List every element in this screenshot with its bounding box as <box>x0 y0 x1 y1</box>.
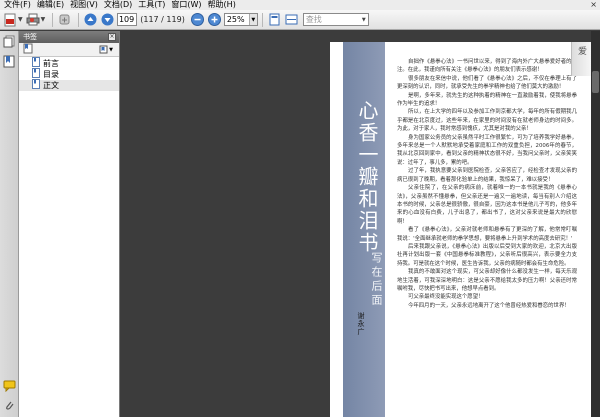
toolbar: ▼ ▼ 109 (117 / 119) 25% ▼ 查找 ▼ <box>0 10 600 30</box>
save-dropdown-icon[interactable]: ▼ <box>18 16 23 23</box>
bookmarks-panel-title: 书签 <box>23 33 37 41</box>
vertical-scrollbar[interactable] <box>591 31 600 417</box>
scrollbar-thumb[interactable] <box>592 71 599 93</box>
toolbar-separator <box>261 12 263 27</box>
page-count-label: (117 / 119) <box>140 15 185 24</box>
bookmarks-toolbar: ▼ <box>19 43 119 57</box>
bookmark-label: 正文 <box>43 81 59 90</box>
chevron-down-icon[interactable]: ▼ <box>248 14 257 25</box>
bookmark-icon <box>32 79 40 92</box>
bookmarks-icon[interactable] <box>3 55 16 68</box>
paragraph: 父亲住院了，在父亲的病床前，就着唯一的一本书就是我的《悬拳心法》，父亲虽然不懂悬… <box>397 185 577 225</box>
pages-icon[interactable] <box>3 35 16 48</box>
paragraph: 今年四月的一天，父亲永远地离开了这个他曾经热爱和眷恋的世界！ <box>408 302 570 309</box>
zoom-select[interactable]: 25% ▼ <box>223 13 258 26</box>
paragraph: 是啊，多年来，就先生的这种执着的精神在一直激励着我，使我将悬拳作为毕生的追求！ <box>397 92 577 108</box>
zoom-out-icon[interactable] <box>190 12 205 27</box>
comments-icon[interactable] <box>3 379 16 393</box>
prev-page-icon[interactable] <box>83 12 98 27</box>
pdf-save-icon[interactable] <box>3 12 18 27</box>
menu-tools[interactable]: 工具(T) <box>135 0 168 10</box>
menu-document[interactable]: 文档(D) <box>101 0 135 10</box>
hand-tool-icon[interactable] <box>57 12 72 27</box>
print-dropdown-icon[interactable]: ▼ <box>41 16 46 23</box>
chevron-down-icon[interactable]: ▼ <box>360 14 368 25</box>
zoom-value[interactable]: 25% <box>225 15 249 24</box>
bookmarks-panel: 书签 × ▼ 前言 目录 正文 <box>19 31 120 417</box>
paragraph: 自拙作《悬拳心法》一书问世以来，得到了海内外广大悬拳爱好者的关注。在此，我谨向所… <box>397 59 577 74</box>
bookmark-label: 目录 <box>43 70 59 79</box>
bookmark-list: 前言 目录 正文 <box>19 57 119 91</box>
bookmark-label: 前言 <box>43 59 59 68</box>
close-document-button[interactable]: × <box>590 0 597 10</box>
next-page-edge: 爱 <box>571 42 591 76</box>
bookmark-options-button[interactable]: ▼ <box>99 45 113 54</box>
fit-page-icon[interactable] <box>267 12 282 27</box>
paragraph: 看了《悬拳心法》，父亲对就老师和悬拳有了更深的了解，他常常叮嘱我说：'全面继承就… <box>397 227 577 242</box>
document-page: 心香一瓣和泪书 写在后面 谢永广 自拙作《悬拳心法》一书问世以来，得到了海内外广… <box>330 42 591 417</box>
menu-help[interactable]: 帮助(H) <box>205 0 239 10</box>
menu-bar: 文件(F) 编辑(E) 视图(V) 文档(D) 工具(T) 窗口(W) 帮助(H… <box>0 0 600 10</box>
next-page-glyph: 爱 <box>576 46 586 55</box>
chevron-down-icon[interactable]: ▼ <box>109 47 113 53</box>
navigation-rail <box>0 31 19 417</box>
menu-window[interactable]: 窗口(W) <box>168 0 204 10</box>
search-field[interactable]: 查找 ▼ <box>302 13 369 26</box>
search-input[interactable]: 查找 <box>304 14 360 25</box>
paragraph: 可父亲最终没能实现这个愿望！ <box>408 294 484 301</box>
bookmark-page-icon[interactable] <box>23 43 34 57</box>
toolbar-separator <box>78 12 80 27</box>
attachment-icon[interactable] <box>3 399 16 412</box>
paragraph: 所以，在上大学的四年以及参加工作到京都大学，每年的所有假期我几乎都是在北京度过，… <box>397 109 577 133</box>
menu-file[interactable]: 文件(F) <box>1 0 34 10</box>
menu-view[interactable]: 视图(V) <box>67 0 101 10</box>
body-text: 自拙作《悬拳心法》一书问世以来，得到了海内外广大悬拳爱好者的关注。在此，我谨向所… <box>397 58 577 413</box>
zoom-in-icon[interactable] <box>207 12 222 27</box>
paragraph: 身为国家公务员的父亲虽然平时工作很繁忙，可为了培养我学好悬拳，多年来总是一个人默… <box>397 134 577 166</box>
document-viewport[interactable]: 心香一瓣和泪书 写在后面 谢永广 自拙作《悬拳心法》一书问世以来，得到了海内外广… <box>120 31 600 417</box>
fit-width-icon[interactable] <box>284 12 299 27</box>
close-panel-button[interactable]: × <box>108 33 116 41</box>
next-page-icon[interactable] <box>100 12 115 27</box>
menu-edit[interactable]: 编辑(E) <box>34 0 67 10</box>
paragraph: 过了年，我执意要父亲到医院检查，父亲答应了，经检查才发现父亲的病已很到了晚期，看… <box>397 168 577 183</box>
bookmark-item-selected[interactable]: 正文 <box>19 79 119 92</box>
chapter-title: 心香一瓣和泪书 <box>355 100 379 254</box>
paragraph: 我真的不敢面对这个现实，可父亲却好像什么都没发生一样，每天乐观地生活着，可我深深… <box>397 269 577 292</box>
chapter-subtitle: 写在后面 <box>370 252 383 308</box>
page-number-input[interactable]: 109 <box>117 13 138 26</box>
paragraph: 后来我跟父亲说，《悬拳心法》出版以后受到大家的欢迎，北京大出版社再计划出版一套《… <box>397 243 577 267</box>
paragraph: 很多朋友在来信中说，他们看了《悬拳心法》之后，不仅在拳理上有了更深刻的认识，同时… <box>397 75 577 91</box>
toolbar-separator <box>52 12 54 27</box>
bookmarks-panel-header: 书签 × <box>19 31 119 43</box>
print-icon[interactable] <box>26 12 41 27</box>
chapter-author: 谢永广 <box>357 312 365 336</box>
